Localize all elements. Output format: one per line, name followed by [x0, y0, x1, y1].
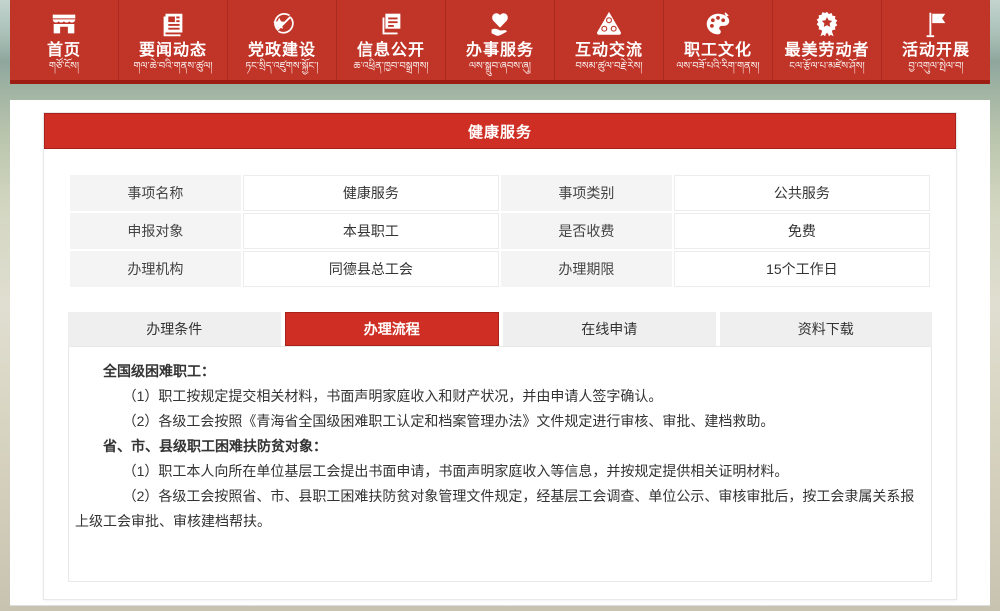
page-container: 首页 གཙོ་ངོས། 要闻动态 གལ་ཆེ་བའི་གནས་ཚུལ། 党政建设…	[10, 0, 990, 606]
nav-label-tibetan: བྱ་འགུལ་སྤེལ་བ།	[908, 60, 963, 73]
party-emblem-icon	[267, 9, 297, 39]
table-row: 申报对象 本县职工 是否收费 免费	[70, 213, 930, 249]
paragraph-heading: 全国级困难职工：	[75, 359, 921, 384]
field-label-applicants: 申报对象	[70, 213, 241, 249]
nav-item-activities[interactable]: 活动开展 བྱ་འགུལ་སྤེལ་བ།	[882, 0, 990, 80]
nav-item-worker-culture[interactable]: 职工文化 ལས་བཟོ་པའི་རིག་གནས།	[664, 0, 773, 80]
documents-icon	[376, 9, 406, 39]
field-label-deadline: 办理期限	[501, 251, 672, 287]
nav-label: 互动交流	[575, 42, 643, 60]
table-row: 事项名称 健康服务 事项类别 公共服务	[70, 175, 930, 211]
paragraph: （2）各级工会按照《青海省全国级困难职工认定和档案管理办法》文件规定进行审核、审…	[75, 409, 921, 434]
service-detail-card: 健康服务 事项名称 健康服务 事项类别 公共服务 申报对象 本县	[43, 112, 957, 600]
field-label-fee: 是否收费	[501, 213, 672, 249]
share-network-icon	[594, 9, 624, 39]
nav-label: 信息公开	[357, 42, 425, 60]
field-value-applicants: 本县职工	[243, 213, 499, 249]
nav-label: 党政建设	[248, 42, 316, 60]
nav-label: 活动开展	[902, 42, 970, 60]
field-value-fee: 免费	[674, 213, 930, 249]
flag-icon	[921, 9, 951, 39]
nav-item-best-workers[interactable]: 最美劳动者 ངལ་རྩོལ་པ་མཛེས་ཤོས།	[773, 0, 882, 80]
storefront-icon	[49, 9, 79, 39]
paragraph: （2）各级工会按照省、市、县职工困难扶防贫对象管理文件规定，经基层工会调查、单位…	[75, 484, 921, 534]
nav-item-home[interactable]: 首页 གཙོ་ངོས།	[10, 0, 119, 80]
nav-label: 首页	[47, 42, 81, 60]
nav-label-tibetan: བསམ་ཚུལ་བརྗེ་རེས།	[575, 60, 642, 73]
tab-downloads[interactable]: 资料下载	[720, 312, 933, 346]
nav-label-tibetan: གལ་ཆེ་བའི་གནས་ཚུལ།	[133, 60, 212, 73]
field-value-agency: 同德县总工会	[243, 251, 499, 287]
paragraph: （1）职工按规定提交相关材料，书面声明家庭收入和财产状况，并由申请人签字确认。	[75, 384, 921, 409]
paragraph-heading: 省、市、县级职工困难扶防贫对象：	[75, 434, 921, 459]
nav-label: 要闻动态	[139, 42, 207, 60]
paragraph: （1）职工本人向所在单位基层工会提出书面申请，书面声明家庭收入等信息，并按规定提…	[75, 459, 921, 484]
nav-label-tibetan: ཏང་སྲིད་འཛུགས་སྐྱོང་།	[245, 60, 318, 73]
field-label-item-name: 事项名称	[70, 175, 241, 211]
palette-icon	[703, 9, 733, 39]
process-panel: 全国级困难职工： （1）职工按规定提交相关材料，书面声明家庭收入和财产状况，并由…	[68, 346, 932, 582]
nav-label-tibetan: ལས་སྒྲུབ་ཞབས་ཞུ།	[469, 60, 531, 73]
nav-label-tibetan: ལས་བཟོ་པའི་རིག་གནས།	[676, 60, 759, 73]
service-info-table: 事项名称 健康服务 事项类别 公共服务 申报对象 本县职工 是否收费 免费	[68, 173, 932, 289]
nav-item-news[interactable]: 要闻动态 གལ་ཆེ་བའི་གནས་ཚུལ།	[119, 0, 228, 80]
nav-label: 最美劳动者	[784, 42, 869, 60]
nav-label-tibetan: ངལ་རྩོལ་པ་མཛེས་ཤོས།	[789, 60, 864, 73]
field-value-item-name: 健康服务	[243, 175, 499, 211]
tab-conditions[interactable]: 办理条件	[68, 312, 281, 346]
content-sheet: 健康服务 事项名称 健康服务 事项类别 公共服务 申报对象 本县	[10, 100, 990, 606]
table-row: 办理机构 同德县总工会 办理期限 15个工作日	[70, 251, 930, 287]
tab-process[interactable]: 办理流程	[285, 312, 500, 346]
medal-icon	[812, 9, 842, 39]
field-value-deadline: 15个工作日	[674, 251, 930, 287]
nav-label-tibetan: ཆ་འཕྲིན་ཁྱབ་བསྒྲགས།	[353, 60, 428, 73]
field-label-item-category: 事项类别	[501, 175, 672, 211]
newspaper-icon	[158, 9, 188, 39]
nav-item-info-disclosure[interactable]: 信息公开 ཆ་འཕྲིན་ཁྱབ་བསྒྲགས།	[337, 0, 446, 80]
field-value-item-category: 公共服务	[674, 175, 930, 211]
service-title-bar: 健康服务	[44, 113, 956, 149]
nav-item-interaction[interactable]: 互动交流 བསམ་ཚུལ་བརྗེ་རེས།	[555, 0, 664, 80]
field-label-agency: 办理机构	[70, 251, 241, 287]
heart-hand-icon	[485, 9, 515, 39]
page-title: 健康服务	[468, 121, 532, 142]
nav-label: 职工文化	[684, 42, 752, 60]
tab-online-apply[interactable]: 在线申请	[503, 312, 716, 346]
detail-tabs: 办理条件 办理流程 在线申请 资料下载	[68, 312, 932, 346]
nav-item-services[interactable]: 办事服务 ལས་སྒྲུབ་ཞབས་ཞུ།	[446, 0, 555, 80]
nav-label: 办事服务	[466, 42, 534, 60]
top-navigation: 首页 གཙོ་ངོས། 要闻动态 གལ་ཆེ་བའི་གནས་ཚུལ། 党政建设…	[10, 0, 990, 84]
nav-item-party-building[interactable]: 党政建设 ཏང་སྲིད་འཛུགས་སྐྱོང་།	[228, 0, 337, 80]
card-body: 事项名称 健康服务 事项类别 公共服务 申报对象 本县职工 是否收费 免费	[44, 149, 956, 582]
nav-label-tibetan: གཙོ་ངོས།	[49, 60, 79, 73]
